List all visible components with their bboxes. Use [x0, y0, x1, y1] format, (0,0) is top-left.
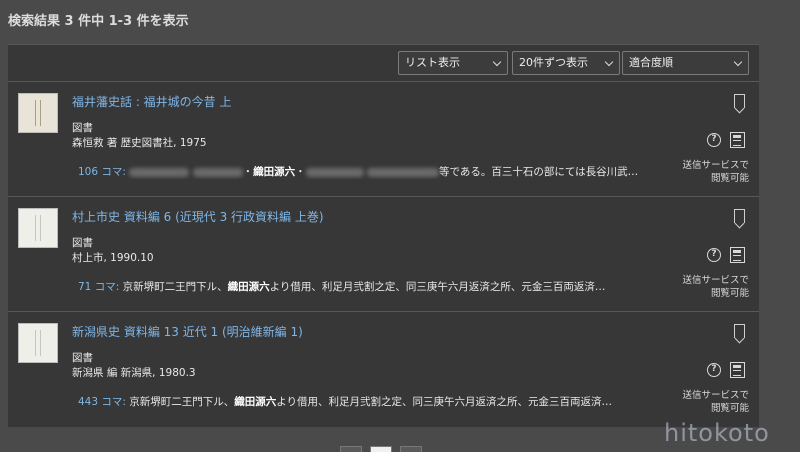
pagination-prev-button[interactable] [340, 446, 362, 452]
blurred-text [192, 167, 243, 177]
koma-link[interactable]: 106 コマ: [78, 166, 126, 178]
search-result-item: 福井藩史話 : 福井城の今昔 上 図書 森恒救 著 歴史図書社, 1975 10… [8, 83, 759, 197]
results-toolbar: リスト表示 20件ずつ表示 適合度順 [8, 45, 759, 82]
service-availability: 送信サービスで 閲覧可能 [682, 275, 749, 299]
snippet-text: より借用、利足月弐割之定、同三庚午六月返済之所、元金三百両返済… [269, 281, 606, 293]
transmission-service-icon [730, 362, 745, 378]
snippet-highlight: 織田源六 [234, 396, 277, 408]
transmission-service-icon [730, 247, 745, 263]
watermark-logo: hitokoto [664, 419, 770, 447]
search-result-item: 新潟県史 資料編 13 近代 1 (明治維新編 1) 図書 新潟県 編 新潟県,… [8, 313, 759, 427]
results-panel: リスト表示 20件ずつ表示 適合度順 福井藩史話 : 福井城の今昔 上 図書 森… [8, 44, 759, 427]
result-meta: 新潟県 編 新潟県, 1980.3 [72, 367, 196, 379]
chevron-down-icon [733, 57, 743, 67]
view-mode-select[interactable]: リスト表示 [398, 51, 508, 75]
snippet-highlight: 織田源六 [227, 281, 270, 293]
transmission-service-icon [730, 132, 745, 148]
pagination-next-button[interactable] [400, 446, 422, 452]
blurred-text [366, 167, 439, 177]
result-title-link[interactable]: 福井藩史話 : 福井城の今昔 上 [72, 93, 232, 110]
bookmark-icon[interactable] [734, 324, 745, 338]
snippet-text: 京新堺町二王門下ル、 [122, 281, 228, 293]
sort-order-label: 適合度順 [629, 56, 673, 69]
result-snippet: 106 コマ: ・織田源六・ 等である。百三十石の部にては長谷川武… [78, 166, 638, 178]
result-type: 図書 [72, 352, 93, 364]
result-meta: 村上市, 1990.10 [72, 252, 154, 264]
bookmark-icon[interactable] [734, 209, 745, 223]
koma-link[interactable]: 71 コマ: [78, 281, 119, 293]
result-type: 図書 [72, 122, 93, 134]
book-thumbnail[interactable] [18, 323, 58, 363]
per-page-label: 20件ずつ表示 [519, 56, 588, 69]
snippet-text: 等である。百三十石の部にては長谷川武… [438, 166, 638, 178]
pagination-current-page[interactable] [370, 446, 392, 452]
snippet-highlight: 織田源六 [253, 166, 296, 178]
book-thumbnail[interactable] [18, 208, 58, 248]
result-summary: 検索結果 3 件中 1-3 件を表示 [8, 14, 189, 29]
result-type: 図書 [72, 237, 93, 249]
chevron-down-icon [492, 57, 502, 67]
service-availability: 送信サービスで 閲覧可能 [682, 390, 749, 414]
per-page-select[interactable]: 20件ずつ表示 [512, 51, 620, 75]
help-icon[interactable]: ? [707, 363, 721, 377]
result-snippet: 71 コマ: 京新堺町二王門下ル、織田源六より借用、利足月弐割之定、同三庚午六月… [78, 279, 638, 294]
result-meta: 森恒救 著 歴史図書社, 1975 [72, 137, 207, 149]
result-title-link[interactable]: 村上市史 資料編 6 (近現代 3 行政資料編 上巻) [72, 208, 324, 225]
blurred-text [305, 167, 364, 177]
book-thumbnail[interactable] [18, 93, 58, 133]
snippet-text: 京新堺町二王門下ル、 [129, 396, 235, 408]
view-mode-label: リスト表示 [405, 56, 460, 69]
chevron-down-icon [604, 57, 614, 67]
snippet-text: より借用、利足月弐割之定、同三庚午六月返済之所、元金三百両返済… [276, 396, 613, 408]
result-snippet: 443 コマ: 京新堺町二王門下ル、織田源六より借用、利足月弐割之定、同三庚午六… [78, 394, 638, 409]
search-result-item: 村上市史 資料編 6 (近現代 3 行政資料編 上巻) 図書 村上市, 1990… [8, 198, 759, 312]
bookmark-icon[interactable] [734, 94, 745, 108]
help-icon[interactable]: ? [707, 248, 721, 262]
service-availability: 送信サービスで 閲覧可能 [682, 160, 749, 184]
blurred-text [129, 167, 190, 177]
result-title-link[interactable]: 新潟県史 資料編 13 近代 1 (明治維新編 1) [72, 323, 303, 340]
koma-link[interactable]: 443 コマ: [78, 396, 126, 408]
sort-order-select[interactable]: 適合度順 [622, 51, 749, 75]
help-icon[interactable]: ? [707, 133, 721, 147]
